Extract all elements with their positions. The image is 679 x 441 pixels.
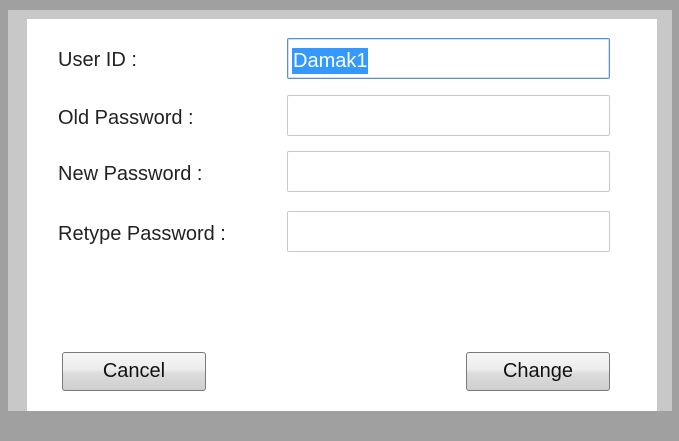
cancel-button[interactable]: Cancel [62, 352, 206, 391]
retype-password-field[interactable] [287, 211, 610, 252]
old-password-label: Old Password : [58, 107, 194, 129]
new-password-field[interactable] [287, 151, 610, 192]
user-id-label: User ID : [58, 49, 137, 71]
change-button[interactable]: Change [466, 352, 610, 391]
new-password-label: New Password : [58, 163, 203, 185]
retype-password-label: Retype Password : [58, 223, 226, 245]
user-id-value[interactable]: Damak1 [292, 48, 369, 74]
old-password-field[interactable] [287, 95, 610, 136]
